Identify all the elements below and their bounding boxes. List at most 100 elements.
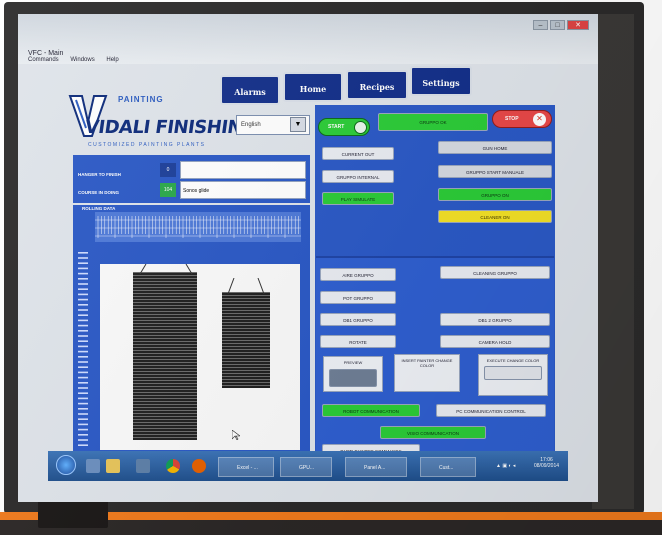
- row-index-mark: [78, 418, 88, 420]
- row-index-mark: [78, 283, 88, 285]
- current-out-button[interactable]: CURRENT OUT: [322, 147, 394, 160]
- row-index-mark: [78, 330, 88, 332]
- start-control[interactable]: START: [318, 118, 370, 136]
- rolling-title: ROLLING DATA: [82, 206, 116, 211]
- nav-alarms-button[interactable]: Alarms: [220, 75, 280, 105]
- nav-recipes-button[interactable]: Recipes: [346, 70, 408, 100]
- menu-commands[interactable]: Commands: [28, 57, 59, 63]
- row-index-mark: [78, 262, 88, 264]
- stop-control[interactable]: STOP ✕: [492, 110, 552, 128]
- execute-change-color-label: EXECUTE CHANGE COLOR: [486, 358, 540, 363]
- row-index-mark: [78, 252, 88, 254]
- row-index-mark: [78, 402, 88, 405]
- taskbar-app-icon[interactable]: [86, 459, 100, 473]
- rolling-ruler: [95, 212, 301, 242]
- row-index-mark: [78, 434, 88, 436]
- row-index-mark: [78, 387, 88, 389]
- preview-color-box[interactable]: PREVIEW: [323, 356, 383, 392]
- chevron-down-icon[interactable]: ▼: [290, 117, 306, 132]
- db1-group-button[interactable]: DB1 GRUPPO: [320, 313, 396, 326]
- menu-windows[interactable]: Windows: [70, 57, 94, 63]
- stop-icon: ✕: [533, 113, 546, 126]
- menubar: Commands Windows Help: [28, 57, 129, 63]
- row-index-mark: [78, 382, 88, 384]
- row-index-mark: [78, 366, 88, 368]
- row-index-mark: [78, 304, 88, 306]
- hanger-hooks-icon: [139, 264, 193, 274]
- hanger-part-large: [133, 272, 197, 440]
- play-simulate-button[interactable]: PLAY SIMULATE: [322, 192, 394, 205]
- taskbar-item-cust[interactable]: Cust...: [420, 457, 476, 477]
- camera-hold-button[interactable]: CAMERA HOLD: [440, 335, 550, 348]
- start-label: START: [328, 124, 345, 130]
- taskbar-item-panel[interactable]: Panel A...: [345, 457, 407, 477]
- rotate-button[interactable]: ROTATE: [320, 335, 396, 348]
- firefox-icon[interactable]: [192, 459, 206, 473]
- tray-icons[interactable]: ▲ ▣ ◐ ◂: [496, 463, 515, 469]
- info-number-course: 104: [160, 183, 176, 197]
- stop-label: STOP: [505, 116, 519, 122]
- row-index-mark: [78, 392, 88, 394]
- taskbar-item-excel[interactable]: Excel - ...: [218, 457, 274, 477]
- nav-settings-button[interactable]: Settings: [410, 66, 472, 96]
- clock[interactable]: 17:06 08/09/2014: [534, 457, 559, 469]
- row-index-mark: [78, 408, 88, 410]
- air-group-button[interactable]: AIRE GRUPPO: [320, 268, 396, 281]
- row-index-mark: [78, 413, 88, 415]
- chrome-icon[interactable]: [166, 459, 180, 473]
- minimize-button[interactable]: –: [533, 20, 548, 30]
- row-index-mark: [78, 361, 88, 363]
- mouse-cursor-icon: [232, 430, 240, 440]
- insert-change-color-label: INSERT PAINTER CHANGE COLOR: [401, 358, 453, 368]
- nav-home-button[interactable]: Home: [283, 72, 343, 102]
- row-index-mark: [78, 423, 88, 426]
- brand-tagline: CUSTOMIZED PAINTING PLANTS: [88, 142, 206, 148]
- row-index-column: [76, 250, 96, 450]
- maximize-button[interactable]: □: [550, 20, 565, 30]
- execute-change-color-box[interactable]: EXECUTE CHANGE COLOR: [478, 354, 548, 396]
- part-preview: [100, 264, 300, 450]
- info-value-hanger: [180, 161, 306, 179]
- info-value-course: Sonos glide: [180, 181, 306, 199]
- explorer-icon[interactable]: [106, 459, 120, 473]
- row-index-mark: [78, 376, 88, 379]
- close-button[interactable]: ✕: [567, 20, 589, 30]
- row-index-mark: [78, 288, 88, 290]
- start-toggle-icon: [354, 121, 367, 134]
- row-index-mark: [78, 335, 88, 337]
- execute-color-swatch: [484, 366, 542, 380]
- hanger-hooks-small-icon: [227, 278, 265, 294]
- group-on-button[interactable]: GRUPPO ON: [438, 188, 552, 201]
- cleaning-group-button[interactable]: CLEANING GRUPPO: [440, 266, 550, 279]
- start-orb-icon[interactable]: [56, 455, 76, 475]
- group-internal-button[interactable]: GRUPPO INTERNAL: [322, 170, 394, 183]
- menu-help[interactable]: Help: [106, 57, 118, 63]
- preview-color-swatch: [329, 369, 377, 387]
- row-index-mark: [78, 356, 88, 358]
- taskbar-item-gpu[interactable]: GPU...: [280, 457, 332, 477]
- brand-painting: PAINTING: [118, 95, 164, 104]
- row-index-mark: [78, 340, 88, 342]
- row-index-mark: [78, 293, 88, 296]
- media-icon[interactable]: [136, 459, 150, 473]
- row-index-mark: [78, 371, 88, 374]
- gun-home-button[interactable]: GUN HOME: [438, 141, 552, 154]
- monitor-bezel-side: [592, 14, 634, 509]
- ruler-ticks-graphic: [95, 216, 301, 238]
- visio-communication-button[interactable]: VISIO COMMUNICATION: [380, 426, 486, 439]
- info-label-hanger: HANGER TO FINISH: [78, 172, 121, 177]
- db1-2-group-button[interactable]: DB1 2 GRUPPO: [440, 313, 550, 326]
- row-index-mark: [78, 439, 88, 441]
- row-index-mark: [78, 324, 88, 327]
- brand-name: VIDALI FINISHING: [83, 117, 258, 138]
- hanger-part-small: [222, 292, 270, 388]
- row-index-mark: [78, 345, 88, 348]
- robot-communication-button[interactable]: ROBOT COMMUNICATION: [322, 404, 420, 417]
- insert-change-color-box[interactable]: INSERT PAINTER CHANGE COLOR: [394, 354, 460, 392]
- group-start-manual-button[interactable]: GRUPPO START MANUALE: [438, 165, 552, 178]
- row-index-mark: [78, 309, 88, 311]
- group-status-button[interactable]: GRUPPO OK: [378, 113, 488, 131]
- pc-communication-button[interactable]: PC COMMUNICATION CONTROL: [436, 404, 546, 417]
- pot-group-button[interactable]: POT GRUPPO: [320, 291, 396, 304]
- cleaner-on-button[interactable]: CLEANER ON: [438, 210, 552, 223]
